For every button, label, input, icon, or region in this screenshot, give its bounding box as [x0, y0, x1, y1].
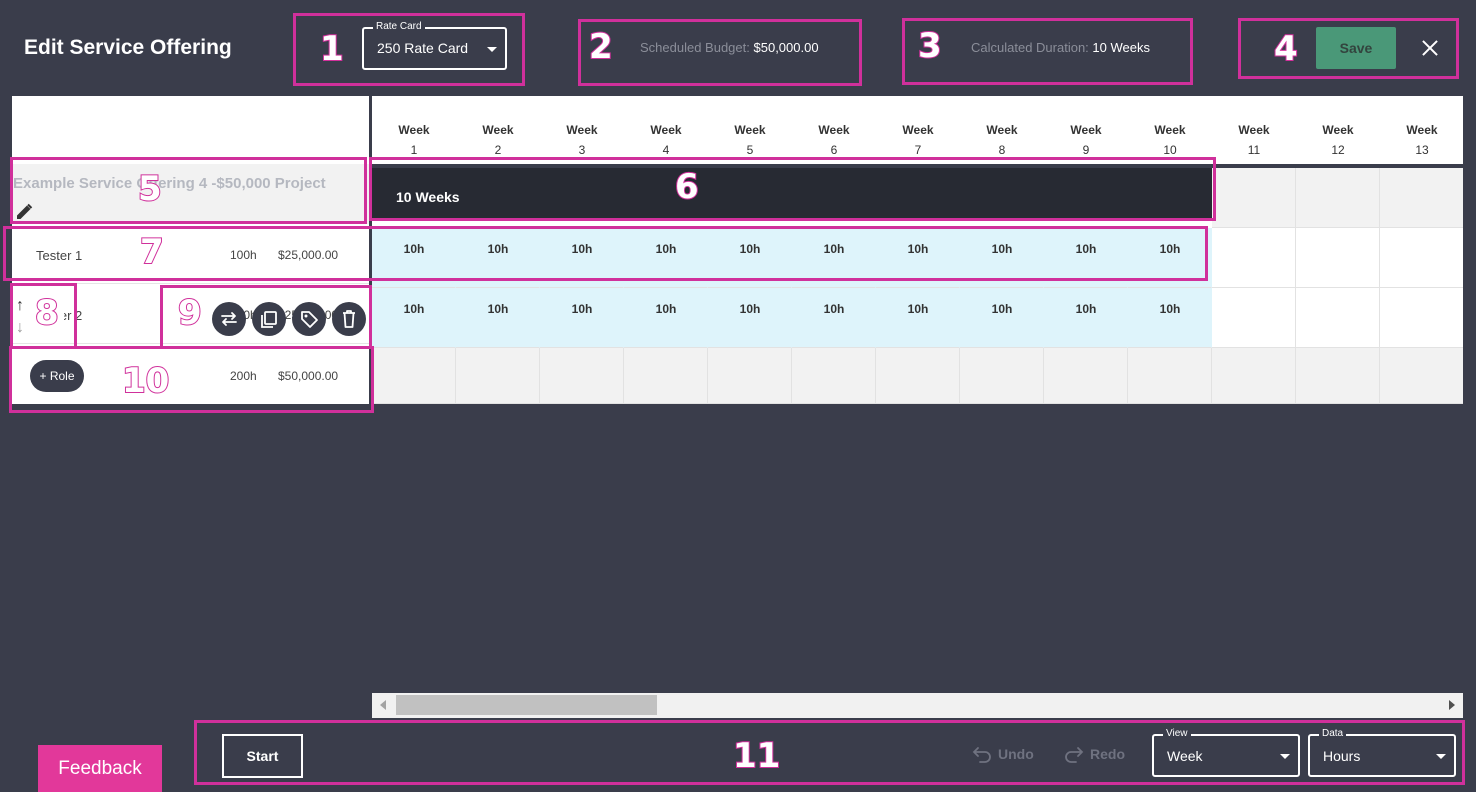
- annotation-number: 8: [34, 293, 60, 333]
- allocation-cell[interactable]: 10h: [876, 288, 960, 348]
- total-cell: [372, 348, 456, 404]
- week-header: Week 11: [1212, 120, 1296, 160]
- annotation-box: [578, 19, 862, 86]
- grid-cell[interactable]: [1296, 228, 1380, 288]
- allocation-hours: 10h: [991, 302, 1013, 316]
- grid-cell[interactable]: [1212, 288, 1296, 348]
- week-label: Week: [1322, 123, 1354, 137]
- grid-cell[interactable]: [1212, 228, 1296, 288]
- total-cell: [1380, 348, 1463, 404]
- week-number: 11: [1247, 143, 1261, 157]
- scroll-right-icon[interactable]: [1449, 700, 1455, 710]
- total-cell: [1296, 348, 1380, 404]
- allocation-cell[interactable]: 10h: [960, 288, 1044, 348]
- week-header: Week 6: [792, 120, 876, 160]
- week-label: Week: [482, 123, 514, 137]
- week-number: 13: [1415, 143, 1429, 157]
- week-number: 12: [1331, 143, 1345, 157]
- annotation-number: 10: [121, 361, 170, 401]
- allocation-hours: 10h: [655, 302, 677, 316]
- week-header: Week 10: [1128, 120, 1212, 160]
- annotation-box: [10, 157, 367, 224]
- week-header: Week 4: [624, 120, 708, 160]
- allocation-hours: 10h: [571, 302, 593, 316]
- annotation-number: 11: [732, 736, 781, 776]
- allocation-cell[interactable]: 10h: [372, 288, 456, 348]
- allocation-hours: 10h: [487, 302, 509, 316]
- week-header: Week 8: [960, 120, 1044, 160]
- total-cell: [624, 348, 708, 404]
- allocation-cell[interactable]: 10h: [792, 288, 876, 348]
- week-label: Week: [566, 123, 598, 137]
- allocation-hours: 10h: [823, 302, 845, 316]
- week-header: Week 13: [1380, 120, 1463, 160]
- annotation-number: 1: [319, 29, 345, 69]
- allocation-cell[interactable]: 10h: [708, 288, 792, 348]
- week-header: Week 12: [1296, 120, 1380, 160]
- grid-cell[interactable]: [1296, 288, 1380, 348]
- annotation-box: [3, 226, 1208, 281]
- week-label: Week: [398, 123, 430, 137]
- annotation-number: 6: [674, 167, 700, 207]
- week-label: Week: [902, 123, 934, 137]
- annotation-box: [369, 157, 1216, 221]
- annotation-number: 3: [917, 26, 943, 66]
- scrollbar-thumb[interactable]: [396, 695, 657, 715]
- total-cell: [1212, 348, 1296, 404]
- annotation-number: 4: [1273, 29, 1299, 69]
- total-cell: [1128, 348, 1212, 404]
- total-cell: [456, 348, 540, 404]
- week-label: Week: [818, 123, 850, 137]
- allocation-hours: 10h: [739, 302, 761, 316]
- allocation-cell[interactable]: 10h: [1044, 288, 1128, 348]
- week-label: Week: [650, 123, 682, 137]
- week-label: Week: [1070, 123, 1102, 137]
- week-header: Week 1: [372, 120, 456, 160]
- allocation-hours: 10h: [1075, 302, 1097, 316]
- week-label: Week: [1238, 123, 1270, 137]
- week-header: Week 3: [540, 120, 624, 160]
- annotation-number: 9: [177, 293, 203, 333]
- total-cell: [960, 348, 1044, 404]
- allocation-cell[interactable]: 10h: [624, 288, 708, 348]
- annotation-number: 7: [139, 232, 165, 272]
- annotation-box: [1238, 18, 1459, 79]
- grid-cell[interactable]: [1296, 168, 1380, 228]
- allocation-hours: 10h: [907, 302, 929, 316]
- allocation-cell[interactable]: 10h: [456, 288, 540, 348]
- scroll-left-icon[interactable]: [380, 700, 386, 710]
- feedback-button[interactable]: Feedback: [38, 745, 162, 792]
- annotation-number: 5: [137, 169, 163, 209]
- horizontal-scrollbar[interactable]: [372, 693, 1463, 718]
- total-cell: [1044, 348, 1128, 404]
- week-header: Week 5: [708, 120, 792, 160]
- annotation-box: [194, 720, 1465, 785]
- grid-cell[interactable]: [1380, 228, 1463, 288]
- page-title: Edit Service Offering: [24, 36, 232, 59]
- total-cell: [708, 348, 792, 404]
- total-cell: [540, 348, 624, 404]
- allocation-hours: 10h: [1159, 302, 1181, 316]
- week-label: Week: [734, 123, 766, 137]
- annotation-number: 2: [588, 27, 614, 67]
- grid-cell[interactable]: [1212, 168, 1296, 228]
- week-header: Week 7: [876, 120, 960, 160]
- total-cell: [876, 348, 960, 404]
- week-header: Week 2: [456, 120, 540, 160]
- week-label: Week: [986, 123, 1018, 137]
- allocation-hours: 10h: [403, 302, 425, 316]
- week-header: Week 9: [1044, 120, 1128, 160]
- allocation-cell[interactable]: 10h: [540, 288, 624, 348]
- week-label: Week: [1154, 123, 1186, 137]
- week-label: Week: [1406, 123, 1438, 137]
- annotation-box: [902, 18, 1193, 85]
- grid-cell[interactable]: [1380, 288, 1463, 348]
- total-cell: [792, 348, 876, 404]
- annotation-box: [9, 346, 374, 413]
- allocation-cell[interactable]: 10h: [1128, 288, 1212, 348]
- grid-cell[interactable]: [1380, 168, 1463, 228]
